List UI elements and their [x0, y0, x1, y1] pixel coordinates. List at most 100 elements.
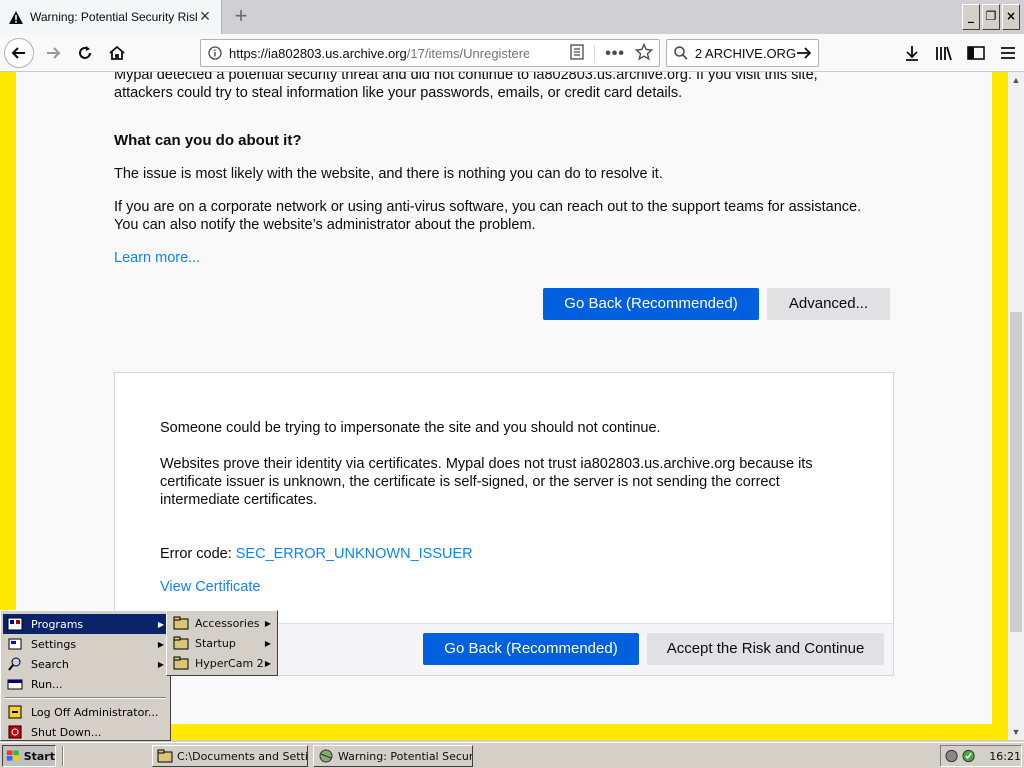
sidebar-icon[interactable]: [966, 42, 986, 64]
taskbar-separator: [62, 746, 64, 766]
submenu-arrow-icon: ▶: [264, 638, 271, 648]
scroll-down-icon[interactable]: ▼: [1008, 724, 1024, 740]
forward-arrow-icon: [47, 47, 61, 59]
logoff-icon: [7, 704, 23, 720]
advanced-button[interactable]: Advanced...: [767, 288, 890, 320]
reload-button[interactable]: [70, 38, 100, 68]
url-text[interactable]: https://ia802803.us.archive.org/17/items…: [229, 46, 529, 61]
folder-icon: [157, 749, 173, 763]
vertical-scrollbar[interactable]: ▲ ▼: [1008, 72, 1024, 740]
taskbar-browser[interactable]: Warning: Potential Secur...: [313, 745, 473, 767]
page-actions-icon[interactable]: •••: [605, 45, 625, 61]
start-menu-search[interactable]: Search ▶: [3, 654, 168, 674]
library-icon[interactable]: [934, 42, 954, 64]
corporate-line-1: If you are on a corporate network or usi…: [114, 199, 862, 215]
taskbar-explorer[interactable]: C:\Documents and Settin...: [152, 745, 308, 767]
tab-title: Warning: Potential Security Risk Ahead: [30, 10, 197, 24]
intro-line-1: Mypal detected a potential security thre…: [114, 72, 818, 83]
info-icon[interactable]: [201, 46, 229, 60]
tray-app-icon[interactable]: [945, 749, 958, 763]
learn-more-link[interactable]: Learn more...: [114, 249, 200, 267]
error-code-row: Error code: SEC_ERROR_UNKNOWN_ISSUER: [160, 545, 840, 563]
error-code-link[interactable]: SEC_ERROR_UNKNOWN_ISSUER: [236, 546, 473, 562]
go-back-button[interactable]: Go Back (Recommended): [543, 288, 759, 320]
url-path: /17/items/Unregistered: [406, 45, 529, 61]
settings-icon: [7, 636, 23, 652]
minimize-button[interactable]: _: [962, 4, 980, 30]
intro-line-2: attackers could try to steal information…: [114, 85, 683, 101]
settings-label: Settings: [31, 637, 77, 651]
search-icon: [674, 46, 688, 60]
startup-label: Startup: [195, 636, 236, 650]
warning-icon: [8, 9, 24, 25]
submenu-hypercam[interactable]: HyperCam 2 ▶: [169, 653, 275, 673]
tab-strip: Warning: Potential Security Risk Ahead ×…: [0, 0, 1024, 34]
folder-icon: [173, 616, 189, 630]
mypal-icon: [319, 749, 333, 763]
corporate-line-2: You can also notify the website’s admini…: [114, 217, 536, 233]
accessories-label: Accessories: [195, 616, 260, 630]
start-menu-programs[interactable]: Programs ▶: [3, 614, 168, 634]
impersonate-text: Someone could be trying to impersonate t…: [160, 420, 661, 436]
start-menu-logoff[interactable]: Log Off Administrator...: [3, 702, 168, 722]
search-label: Search: [31, 657, 69, 671]
cert-line-2: certificate issuer is unknown, the certi…: [160, 474, 780, 490]
hypercam-label: HyperCam 2: [195, 656, 264, 670]
tab-security-warning[interactable]: Warning: Potential Security Risk Ahead ×: [0, 0, 222, 34]
tray-security-icon[interactable]: [962, 749, 975, 763]
system-tray: 16:21: [940, 745, 1022, 767]
start-menu-shutdown[interactable]: Shut Down...: [3, 722, 168, 742]
search-go-icon[interactable]: [796, 45, 812, 61]
accept-risk-button[interactable]: Accept the Risk and Continue: [647, 633, 884, 665]
view-certificate-link[interactable]: View Certificate: [160, 578, 260, 596]
certificate-explanation: Websites prove their identity via certif…: [160, 455, 840, 509]
taskbar: Start C:\Documents and Settin... Warning…: [0, 742, 1024, 768]
shutdown-label: Shut Down...: [31, 725, 102, 739]
submenu-arrow-icon: ▶: [264, 618, 271, 628]
folder-icon: [173, 656, 189, 670]
scroll-thumb[interactable]: [1010, 312, 1022, 632]
search-text[interactable]: 2 ARCHIVE.ORG: [695, 46, 796, 61]
start-menu-run[interactable]: Run...: [3, 674, 168, 694]
start-button[interactable]: Start: [2, 745, 56, 767]
folder-icon: [173, 636, 189, 650]
home-button[interactable]: [102, 38, 132, 68]
search-icon: [7, 656, 23, 672]
submenu-arrow-icon: ▶: [157, 619, 164, 629]
forward-button[interactable]: [38, 38, 68, 68]
submenu-arrow-icon: ▶: [157, 659, 164, 669]
start-label: Start: [23, 749, 55, 763]
taskbar-explorer-label: C:\Documents and Settin...: [177, 749, 308, 763]
url-host: https://ia802803.us.archive.org: [229, 45, 407, 61]
close-window-button[interactable]: ×: [1002, 4, 1020, 30]
close-tab-icon[interactable]: ×: [197, 7, 213, 25]
issue-paragraph: The issue is most likely with the websit…: [114, 166, 663, 182]
scroll-up-icon[interactable]: ▲: [1008, 72, 1024, 88]
new-tab-button[interactable]: +: [228, 4, 254, 30]
download-icon[interactable]: [902, 42, 922, 64]
error-code-label: Error code:: [160, 546, 236, 562]
reader-view-icon[interactable]: [570, 44, 584, 63]
menu-icon[interactable]: [998, 42, 1018, 64]
windows-logo-icon: [6, 750, 19, 761]
restore-button[interactable]: ❐: [982, 4, 1000, 30]
url-bar[interactable]: https://ia802803.us.archive.org/17/items…: [200, 39, 660, 67]
programs-label: Programs: [31, 617, 84, 631]
submenu-startup[interactable]: Startup ▶: [169, 633, 275, 653]
toolbar-icons: [902, 42, 1018, 64]
shutdown-icon: [7, 724, 23, 740]
run-icon: [7, 676, 23, 692]
go-back-button-advanced[interactable]: Go Back (Recommended): [423, 633, 639, 665]
start-menu-settings[interactable]: Settings ▶: [3, 634, 168, 654]
corporate-paragraph: If you are on a corporate network or usi…: [114, 198, 904, 234]
navigation-toolbar: https://ia802803.us.archive.org/17/items…: [0, 34, 1024, 72]
back-arrow-icon: [11, 47, 25, 59]
submenu-arrow-icon: ▶: [157, 639, 164, 649]
programs-submenu: Accessories ▶ Startup ▶ HyperCam 2 ▶: [166, 610, 278, 676]
back-button[interactable]: [4, 38, 34, 68]
bookmark-star-icon[interactable]: [634, 42, 654, 64]
submenu-arrow-icon: ▶: [264, 658, 271, 668]
search-bar[interactable]: 2 ARCHIVE.ORG: [666, 39, 819, 67]
submenu-accessories[interactable]: Accessories ▶: [169, 613, 275, 633]
cert-line-1: Websites prove their identity via certif…: [160, 456, 813, 472]
